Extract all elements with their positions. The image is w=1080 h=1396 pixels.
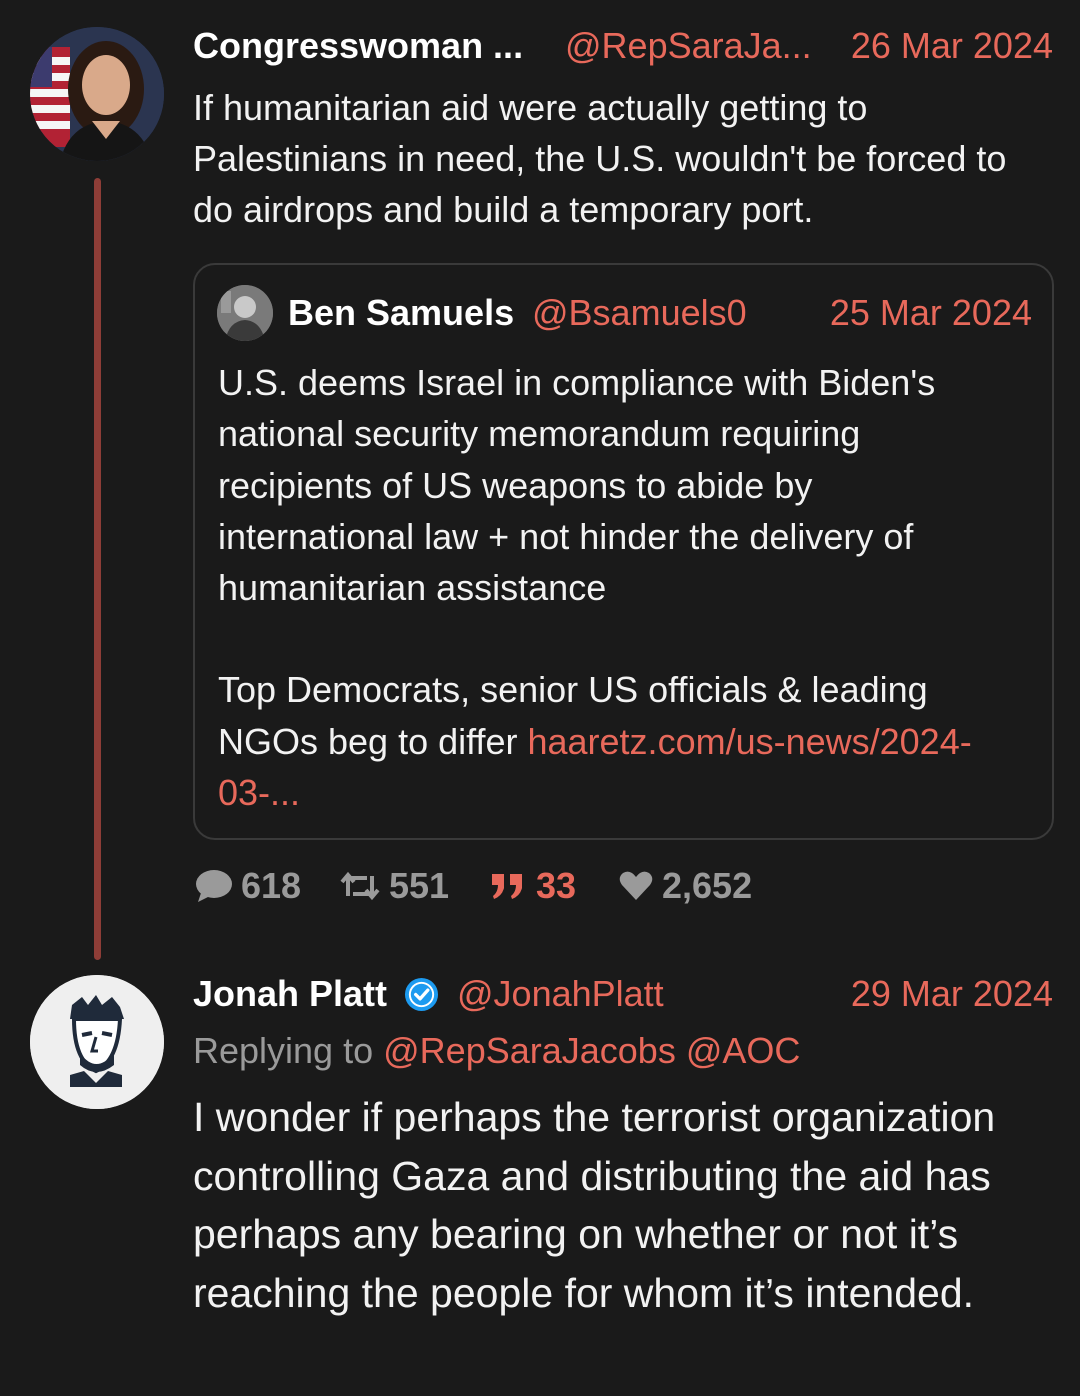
quoted-author-name[interactable]: Ben Samuels (288, 287, 514, 339)
reply-author-name[interactable]: Jonah Platt (193, 968, 387, 1020)
quoted-tweet-header: Ben Samuels @Bsamuels0 25 Mar 2024 (288, 287, 1032, 339)
author-avatar[interactable] (30, 27, 164, 161)
author-name[interactable]: Congresswoman ... (193, 22, 523, 70)
reply-bubble-icon (196, 870, 232, 902)
quoted-author-avatar[interactable] (217, 285, 273, 341)
like-count: 2,652 (662, 865, 753, 906)
reply-tweet-text: I wonder if perhaps the terrorist organi… (193, 1094, 996, 1316)
reply-tweet-date[interactable]: 29 Mar 2024 (851, 968, 1053, 1020)
heart-icon (619, 871, 653, 900)
quote-count-button[interactable]: 33 (488, 862, 576, 910)
quoted-paragraph-1: U.S. deems Israel in compliance with Bid… (218, 362, 936, 609)
like-count-button[interactable]: 2,652 (618, 862, 752, 910)
tweet-date[interactable]: 26 Mar 2024 (851, 22, 1053, 70)
author-handle[interactable]: @RepSaraJa... (565, 22, 812, 70)
retweet-count-button[interactable]: 551 (339, 862, 449, 910)
quoted-tweet-date[interactable]: 25 Mar 2024 (830, 287, 1032, 339)
avatar-photo (30, 975, 164, 1109)
quote-icon (492, 874, 522, 899)
retweet-count: 551 (389, 865, 450, 906)
quoted-tweet-card[interactable]: Ben Samuels @Bsamuels0 25 Mar 2024 U.S. … (193, 263, 1054, 840)
quoted-tweet-text: U.S. deems Israel in compliance with Bid… (218, 357, 1018, 818)
reply-tweet-header: Jonah Platt @JonahPlatt 29 Mar 2024 (193, 968, 1053, 1020)
reply-count-button[interactable]: 618 (193, 862, 301, 910)
avatar-photo (217, 285, 273, 341)
replying-to-label: Replying to (193, 1030, 374, 1071)
reply-author-avatar[interactable] (30, 975, 164, 1109)
reply-count: 618 (241, 865, 302, 906)
tweet-main[interactable]: Congresswoman ... @RepSaraJa... 26 Mar 2… (0, 0, 1080, 960)
replying-to-handles[interactable]: @RepSaraJacobs @AOC (383, 1030, 800, 1071)
verified-badge-icon (404, 977, 439, 1012)
quoted-paragraph-2: Top Democrats, senior US officials & lea… (218, 664, 1018, 818)
engagement-stats: 618 551 33 2,652 (193, 862, 893, 910)
retweet-icon (340, 871, 380, 901)
avatar-photo (30, 27, 164, 161)
quote-count: 33 (536, 865, 577, 906)
replying-to-line: Replying to @RepSaraJacobs @AOC (193, 1026, 1053, 1076)
quoted-author-handle[interactable]: @Bsamuels0 (532, 287, 747, 339)
reply-author-handle[interactable]: @JonahPlatt (457, 968, 664, 1020)
tweet-header: Congresswoman ... @RepSaraJa... 26 Mar 2… (193, 22, 1053, 70)
thread-connector-line (94, 178, 101, 960)
tweet-text: If humanitarian aid were actually gettin… (193, 87, 1007, 230)
